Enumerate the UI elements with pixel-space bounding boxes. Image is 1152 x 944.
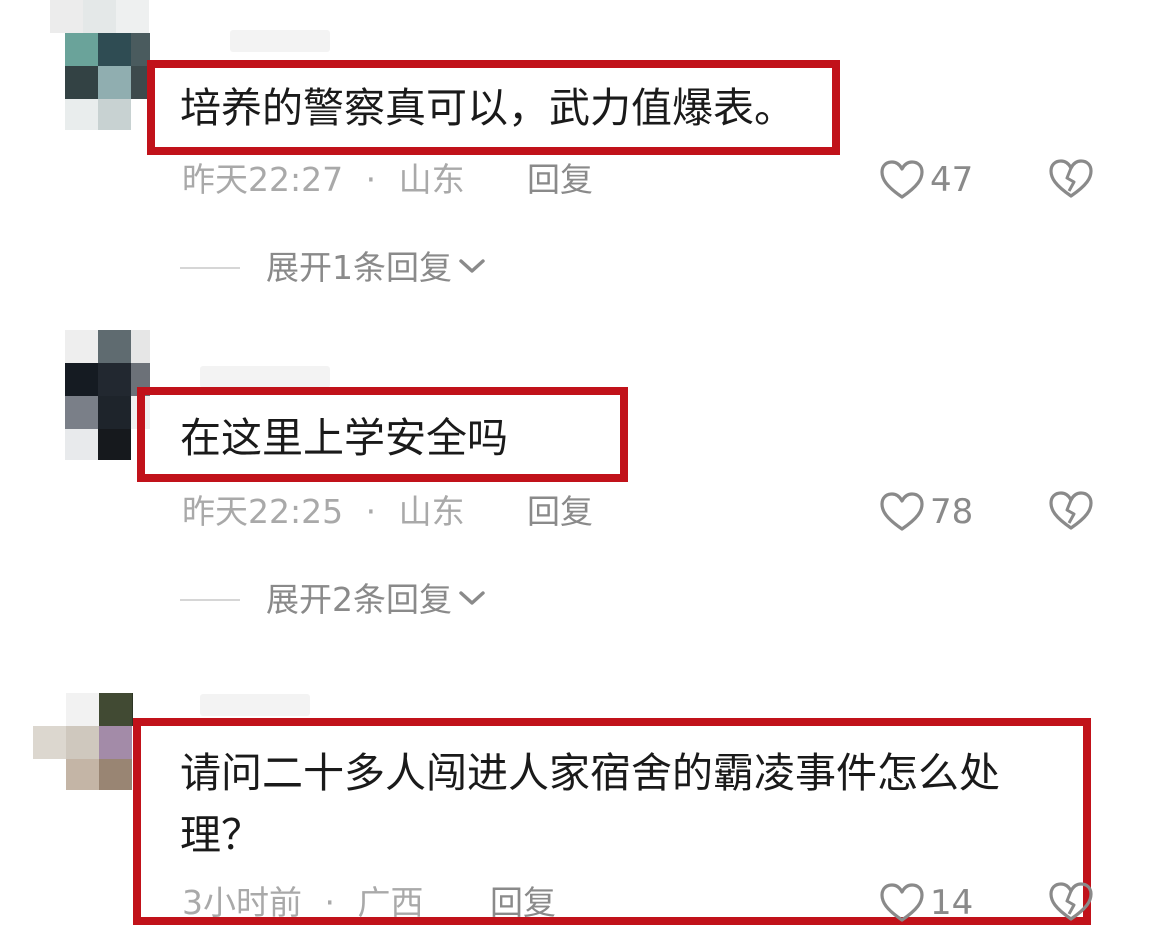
like-button[interactable]: 78 [880,490,973,534]
meta-separator: · [365,492,377,531]
comment-time: 昨天22:25 [182,492,344,531]
meta-separator: · [324,883,336,922]
avatar[interactable] [50,330,150,460]
reply-button[interactable]: 回复 [527,160,593,200]
comment-location: 山东 [398,160,465,199]
expand-replies-label: 展开1条回复 [266,248,452,287]
comment-meta: 昨天22:27 · 山东 [182,160,465,200]
like-count: 47 [930,160,974,200]
comment-1: 培养的警察真可以，武力值爆表。 昨天22:27 · 山东 回复 47 展开1条回… [0,0,1152,300]
like-button[interactable]: 14 [880,881,973,925]
comment-location: 山东 [398,492,465,531]
like-count: 78 [930,492,974,532]
heart-outline-icon [880,492,924,532]
dislike-button[interactable] [1048,490,1094,534]
expand-replies[interactable]: 展开2条回复 [180,578,486,622]
comment-meta: 3小时前 · 广西 [182,883,424,923]
comment-text: 培养的警察真可以，武力值爆表。 [180,84,795,132]
heart-outline-icon [880,883,924,923]
like-count: 14 [930,883,974,923]
comment-2: 在这里上学安全吗 昨天22:25 · 山东 回复 78 展开2条回复 [0,330,1152,630]
avatar[interactable] [50,0,150,130]
chevron-down-icon [452,256,486,280]
dislike-button[interactable] [1048,158,1094,202]
expand-replies-label: 展开2条回复 [266,580,452,619]
divider [180,267,240,269]
comment-time: 3小时前 [182,883,302,922]
chevron-down-icon [452,588,486,612]
comment-location: 广西 [357,883,424,922]
reply-button[interactable]: 回复 [490,883,556,923]
username[interactable] [200,366,330,388]
broken-heart-icon [1048,882,1094,927]
reply-button[interactable]: 回复 [527,492,593,532]
avatar[interactable] [33,660,133,790]
comment-text-line-2: 理？ [180,811,262,859]
like-button[interactable]: 47 [880,158,973,202]
username[interactable] [200,694,310,716]
heart-outline-icon [880,160,924,200]
comment-text-line-1: 请问二十多人闯进人家宿舍的霸凌事件怎么处 [180,749,1000,797]
comment-meta: 昨天22:25 · 山东 [182,492,465,532]
divider [180,599,240,601]
expand-replies[interactable]: 展开1条回复 [180,246,486,290]
meta-separator: · [365,160,377,199]
username[interactable] [230,30,330,52]
comment-time: 昨天22:27 [182,160,344,199]
broken-heart-icon [1048,491,1094,536]
dislike-button[interactable] [1048,881,1094,925]
comment-text: 在这里上学安全吗 [180,414,508,462]
comment-3: 请问二十多人闯进人家宿舍的霸凌事件怎么处 理？ 3小时前 · 广西 回复 14 [0,660,1152,944]
broken-heart-icon [1048,159,1094,204]
